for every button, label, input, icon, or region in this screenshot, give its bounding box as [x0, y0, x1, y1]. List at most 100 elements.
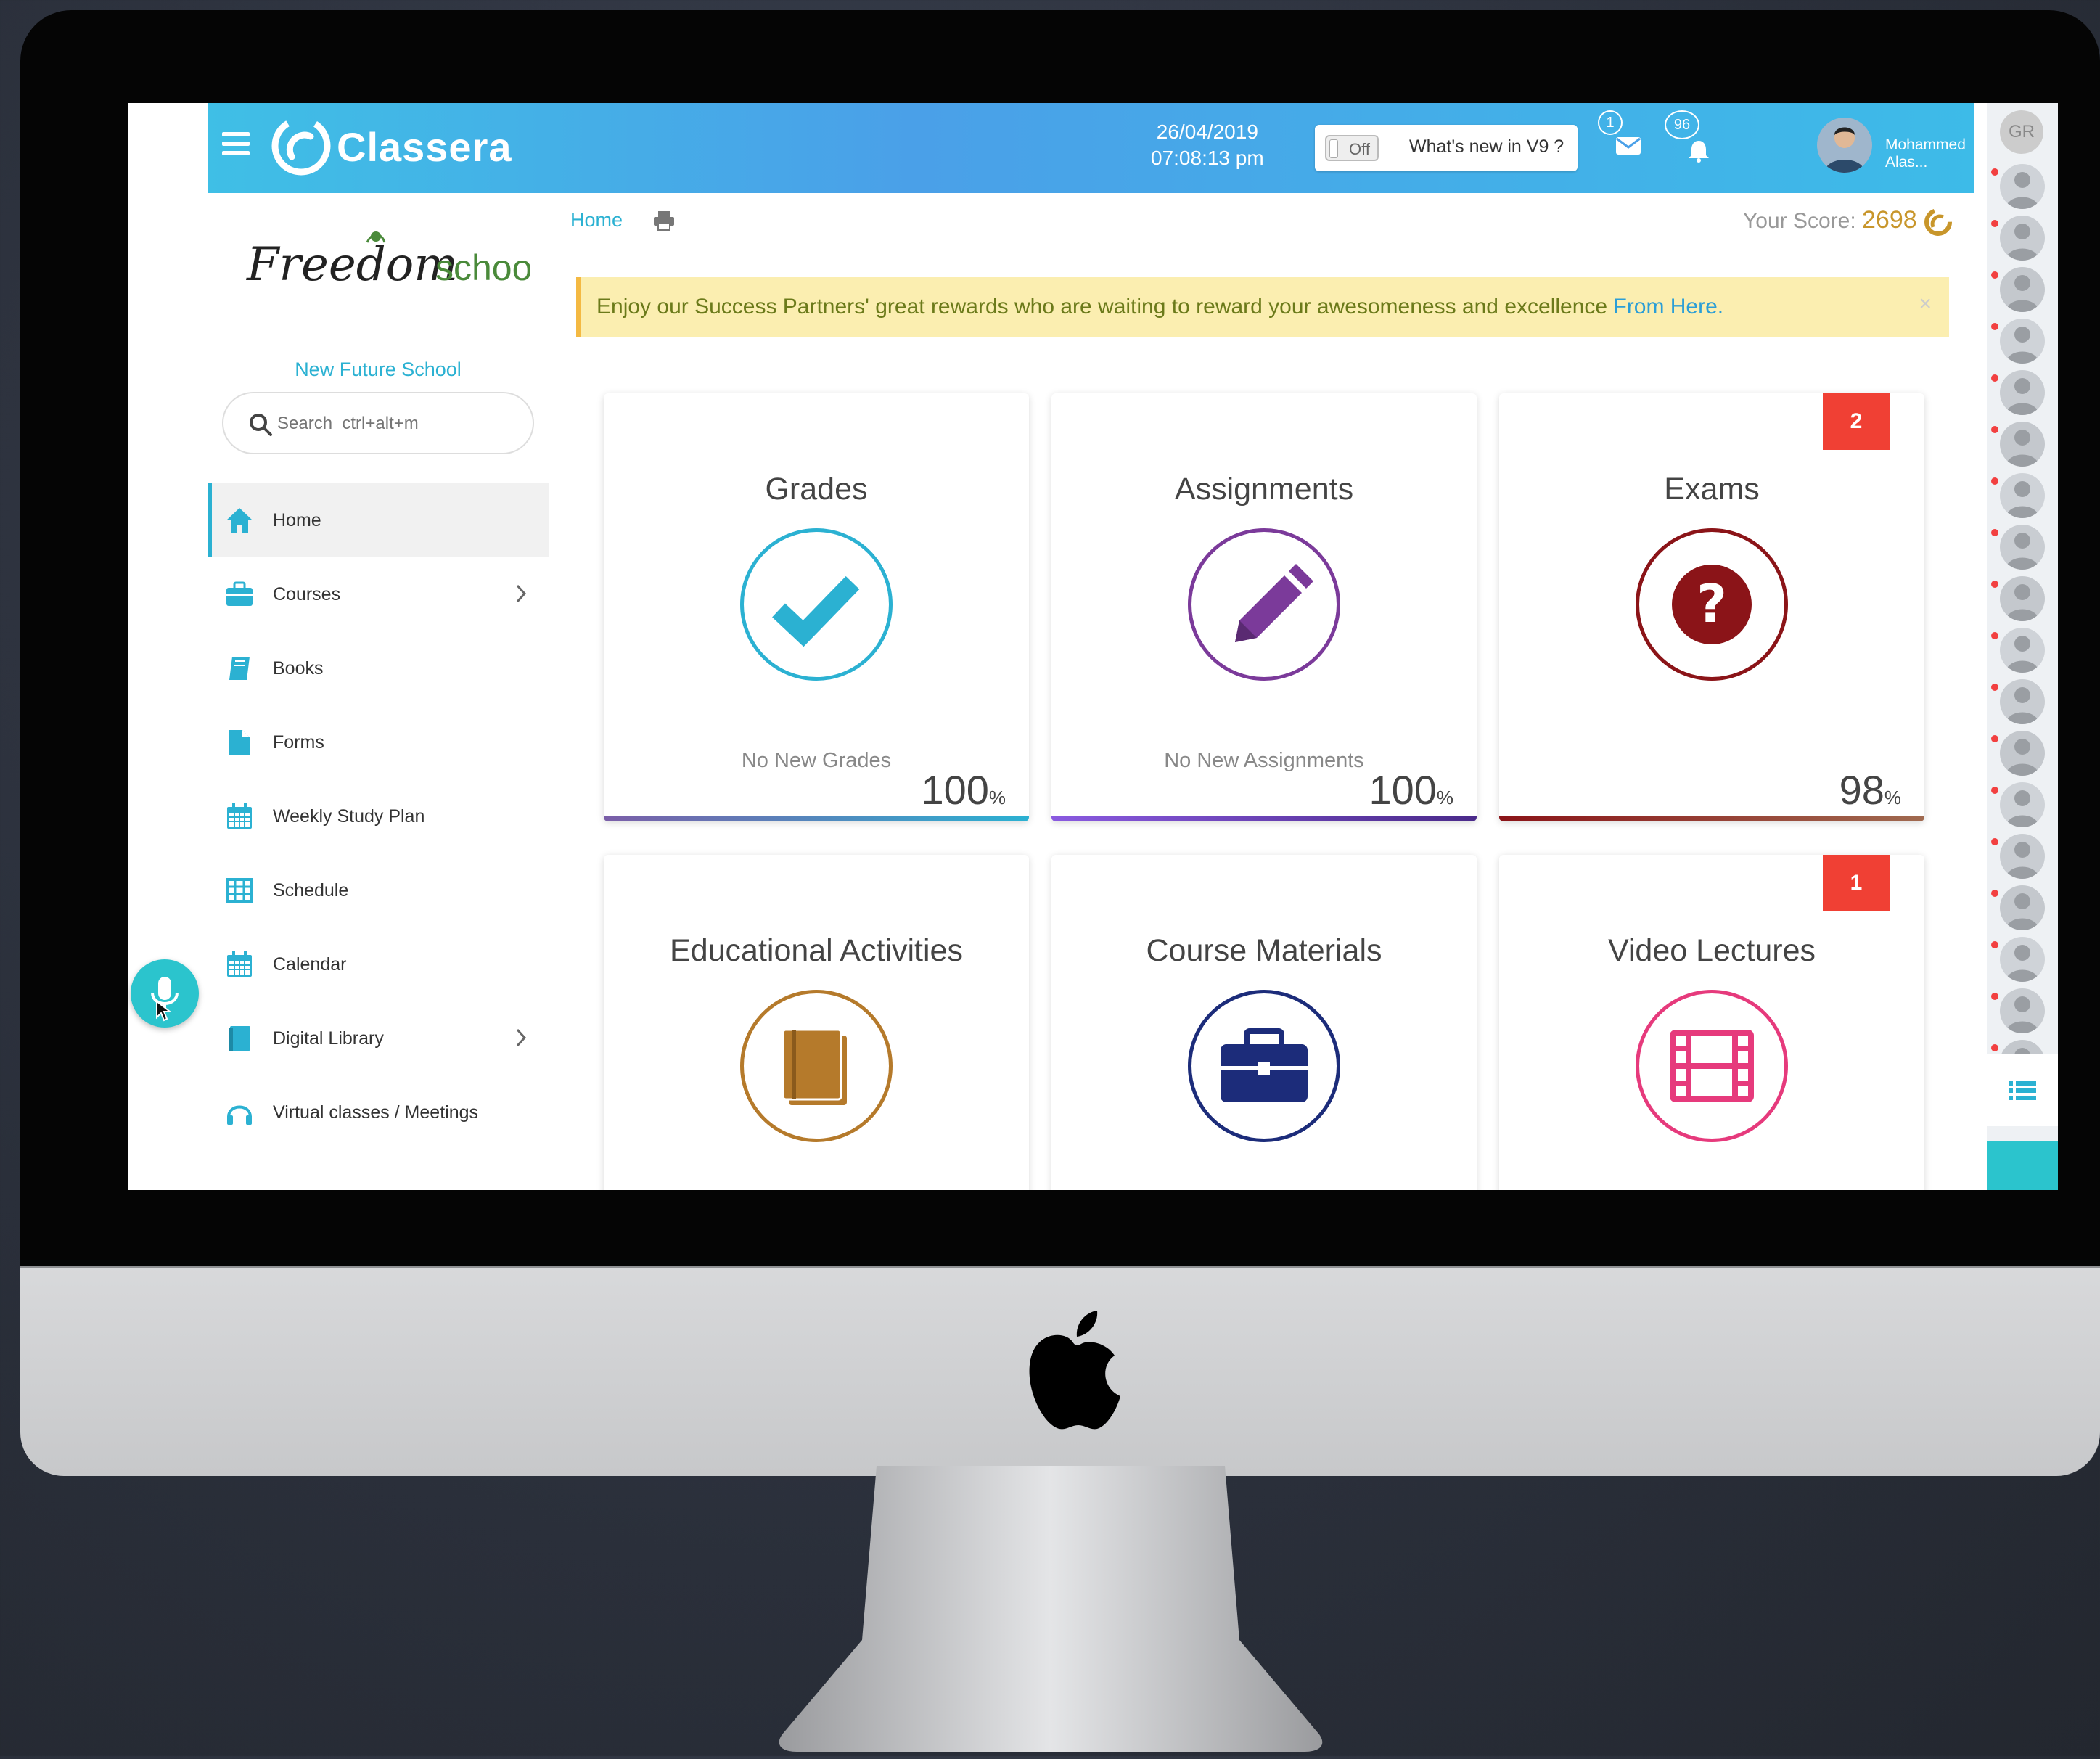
- microphone-icon: [151, 977, 179, 1022]
- user-avatar[interactable]: [2000, 370, 2045, 415]
- user-avatar[interactable]: [2000, 216, 2045, 261]
- course-materials-card[interactable]: Course Materials: [1051, 855, 1477, 1190]
- user-avatar[interactable]: [2000, 885, 2045, 930]
- sidebar-item-calendar[interactable]: Calendar: [208, 927, 549, 1001]
- sidebar-item-home[interactable]: Home: [208, 483, 549, 557]
- chevron-right-icon[interactable]: [515, 583, 527, 604]
- user-avatar[interactable]: [2000, 576, 2045, 621]
- online-status-dot: [1991, 838, 1998, 845]
- sidebar-item-weekly-study-plan[interactable]: Weekly Study Plan: [208, 779, 549, 853]
- calendar-icon: [225, 950, 254, 979]
- online-status-dot: [1991, 220, 1998, 227]
- list-icon[interactable]: [1987, 1054, 2058, 1126]
- card-title: Exams: [1664, 472, 1760, 507]
- user-avatar[interactable]: [2000, 473, 2045, 518]
- datetime: 26/04/2019 07:08:13 pm: [1151, 119, 1264, 171]
- film-icon: [1636, 990, 1788, 1142]
- sidebar-item-books[interactable]: Books: [208, 631, 549, 705]
- close-icon[interactable]: ×: [1919, 292, 1932, 316]
- online-status-dot: [1991, 323, 1998, 330]
- time: 07:08:13 pm: [1151, 147, 1264, 169]
- card-percent: 100%: [921, 767, 1006, 813]
- print-icon[interactable]: [653, 210, 675, 231]
- sidebar-item-forms[interactable]: Forms: [208, 705, 549, 779]
- headphones-icon: [225, 1098, 254, 1127]
- question-icon: ?: [1636, 528, 1788, 681]
- card-title: Course Materials: [1146, 933, 1382, 968]
- sidebar-item-schedule[interactable]: Schedule: [208, 853, 549, 927]
- menu-icon[interactable]: [222, 132, 250, 161]
- user-avatar[interactable]: [2000, 988, 2045, 1033]
- voice-assistant-button[interactable]: [131, 959, 199, 1028]
- online-status-dot: [1991, 787, 1998, 794]
- banner-link[interactable]: From Here.: [1613, 295, 1723, 319]
- user-avatar[interactable]: [2000, 937, 2045, 982]
- score-label: Your Score:: [1743, 209, 1856, 233]
- sidebar-nav: Home Courses Books Forms Weekly Study Pl…: [208, 483, 549, 1149]
- online-status-dot: [1991, 426, 1998, 433]
- score-value: 2698: [1862, 206, 1917, 234]
- book-icon: [740, 990, 893, 1142]
- check-icon: [740, 528, 893, 681]
- search-icon: [250, 414, 272, 436]
- monitor-stand: [779, 1466, 1323, 1752]
- assignments-card[interactable]: Assignments No New Assignments 100%: [1051, 393, 1477, 821]
- grades-card[interactable]: Grades No New Grades 100%: [604, 393, 1029, 821]
- notifications-count: 96: [1665, 110, 1699, 139]
- search-input[interactable]: [276, 406, 511, 441]
- user-avatar[interactable]: [2000, 679, 2045, 724]
- online-status-dot: [1991, 477, 1998, 485]
- book-icon: [225, 1024, 254, 1053]
- apple-logo-icon: [1029, 1311, 1120, 1430]
- online-status-dot: [1991, 684, 1998, 691]
- user-avatar[interactable]: [2000, 782, 2045, 827]
- online-status-dot: [1991, 581, 1998, 588]
- envelope-icon: [1616, 137, 1641, 155]
- sidebar-item-courses[interactable]: Courses: [208, 557, 549, 631]
- whats-new-toggle[interactable]: Off What's new in V9 ?: [1315, 125, 1578, 171]
- online-status-dot: [1991, 374, 1998, 382]
- score: Your Score: 2698: [1743, 206, 1953, 237]
- user-avatar[interactable]: [2000, 628, 2045, 673]
- user-avatar[interactable]: [2000, 319, 2045, 364]
- user-avatar[interactable]: [2000, 422, 2045, 467]
- messages-button[interactable]: 1: [1598, 110, 1656, 183]
- briefcase-icon: [225, 580, 254, 609]
- online-status-dot: [1991, 168, 1998, 176]
- video-lectures-badge: 1: [1823, 855, 1890, 911]
- whats-new-label[interactable]: What's new in V9 ?: [1409, 136, 1564, 157]
- educational-activities-card[interactable]: Educational Activities: [604, 855, 1029, 1190]
- sidebar-item-virtual-classes[interactable]: Virtual classes / Meetings: [208, 1075, 549, 1149]
- svg-text:?: ?: [1697, 573, 1727, 634]
- rewards-banner: Enjoy our Success Partners' great reward…: [576, 277, 1949, 337]
- svg-text:Freedom: Freedom: [246, 238, 458, 292]
- off-switch[interactable]: Off: [1325, 135, 1379, 161]
- app-name[interactable]: Classera: [337, 123, 512, 171]
- card-title: Assignments: [1174, 472, 1354, 507]
- breadcrumb-home[interactable]: Home: [570, 209, 623, 231]
- date: 26/04/2019: [1156, 120, 1258, 143]
- sidebar-item-digital-library[interactable]: Digital Library: [208, 1001, 549, 1075]
- user-avatar[interactable]: [2000, 834, 2045, 879]
- group-avatar[interactable]: GR: [2000, 110, 2043, 154]
- search-box[interactable]: [222, 392, 534, 454]
- chevron-right-icon[interactable]: [515, 1028, 527, 1048]
- sidebar: Freedom school New Future School Home Co…: [208, 193, 549, 1190]
- exams-card[interactable]: 2 Exams ? 98%: [1499, 393, 1924, 821]
- notifications-button[interactable]: 96: [1665, 110, 1723, 183]
- user-avatar[interactable]: [2000, 267, 2045, 312]
- bell-icon: [1689, 141, 1709, 163]
- online-status-dot: [1991, 735, 1998, 742]
- user-avatar[interactable]: [2000, 525, 2045, 570]
- school-name[interactable]: New Future School: [208, 358, 549, 381]
- user-avatar[interactable]: [2000, 731, 2045, 776]
- user-avatar[interactable]: [1817, 118, 1872, 173]
- online-status-dot: [1991, 632, 1998, 639]
- book-icon: [225, 654, 254, 683]
- online-users-rail: GR: [1987, 103, 2058, 1190]
- rail-action-button[interactable]: [1987, 1141, 2058, 1190]
- user-name[interactable]: Mohammed Alas...: [1885, 136, 1974, 171]
- card-percent: 98%: [1839, 767, 1901, 813]
- user-avatar[interactable]: [2000, 164, 2045, 209]
- video-lectures-card[interactable]: 1 Video Lectures: [1499, 855, 1924, 1190]
